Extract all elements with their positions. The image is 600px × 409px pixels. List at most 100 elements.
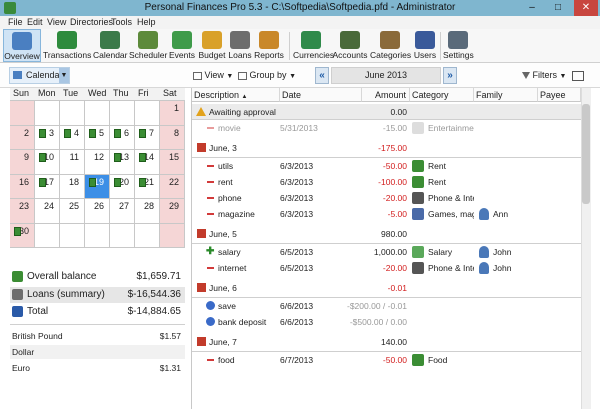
ribbon-events[interactable]: Events (168, 29, 196, 62)
col-header-date[interactable]: Date (280, 88, 362, 102)
ribbon-currencies[interactable]: Currencies (293, 29, 334, 62)
calendar-day-cell[interactable]: 2 (10, 125, 35, 150)
date-group-row[interactable]: June, 3 -175.00 (192, 140, 581, 158)
calendar-day-cell[interactable] (35, 101, 60, 126)
calendar-view-button[interactable]: Calendar ▼ (9, 67, 70, 84)
calendar-day-cell[interactable]: 1 (160, 101, 185, 126)
transaction-row[interactable]: bank deposit 6/6/2013 -$500.00 / 0.00 (192, 314, 581, 330)
calendar-day-cell[interactable]: 4 (60, 125, 85, 150)
calendar-day-cell[interactable] (110, 223, 135, 248)
ribbon-budget[interactable]: Budget (198, 29, 226, 62)
calendar-day-cell[interactable]: 9 (10, 150, 35, 175)
calendar-day-cell[interactable]: 27 (110, 199, 135, 224)
menu-help[interactable]: Help (137, 17, 156, 27)
calendar-day-cell[interactable]: 25 (60, 199, 85, 224)
transaction-marker-icon (39, 128, 46, 138)
transaction-row[interactable]: internet 6/5/2013 -20.00 Phone & Inte John (192, 260, 581, 276)
ribbon-transactions[interactable]: Transactions (43, 29, 91, 62)
calendar-day-cell[interactable]: 30 (10, 223, 35, 248)
ribbon-loans[interactable]: Loans (228, 29, 252, 62)
next-month-button[interactable]: » (443, 67, 457, 84)
calendar-day-cell[interactable] (135, 223, 160, 248)
calendar-day-cell[interactable]: 19 (85, 174, 110, 199)
calendar-day-cell[interactable]: 14 (135, 150, 160, 175)
transaction-row[interactable]: utils 6/3/2013 -50.00 Rent (192, 158, 581, 174)
col-header-amount[interactable]: Amount (362, 88, 410, 102)
date-group-row[interactable]: June, 6 -0.01 (192, 280, 581, 298)
date-group-row[interactable]: June, 7 140.00 (192, 334, 581, 352)
ribbon-calendar[interactable]: Calendar (93, 29, 128, 62)
ribbon-overview[interactable]: Overview (3, 29, 41, 62)
calendar-day-cell[interactable]: 10 (35, 150, 60, 175)
menu-tools[interactable]: Tools (111, 17, 132, 27)
calendar-day-cell[interactable] (160, 223, 185, 248)
calendar-day-cell[interactable]: 13 (110, 150, 135, 175)
calendar-day-cell[interactable] (35, 223, 60, 248)
calendar-day-cell[interactable] (85, 223, 110, 248)
calendar-day-cell[interactable]: 23 (10, 199, 35, 224)
ribbon-settings[interactable]: Settings (443, 29, 474, 62)
calendar-day-cell[interactable]: 17 (35, 174, 60, 199)
calendar-day-cell[interactable]: 24 (35, 199, 60, 224)
col-header-family-member[interactable]: Family member (474, 88, 538, 114)
groupby-dropdown[interactable]: Group by ▼ (238, 67, 296, 84)
col-header-payee[interactable]: Payee (538, 88, 581, 102)
date-group-row[interactable]: June, 5 980.00 (192, 226, 581, 244)
row-category: Rent (428, 161, 446, 171)
calendar-day-cell[interactable]: 18 (60, 174, 85, 199)
ribbon-users[interactable]: Users (412, 29, 438, 62)
transaction-row[interactable]: ✚ salary 6/5/2013 1,000.00 Salary John (192, 244, 581, 260)
calendar-day-cell[interactable] (85, 101, 110, 126)
transaction-row[interactable]: rent 6/3/2013 -100.00 Rent (192, 174, 581, 190)
ribbon-separator (440, 32, 441, 60)
panel-toggle-icon[interactable] (572, 71, 584, 81)
calendar-day-cell[interactable]: 28 (135, 199, 160, 224)
calendar-day-cell[interactable]: 20 (110, 174, 135, 199)
calendar-day-cell[interactable]: 21 (135, 174, 160, 199)
transaction-row[interactable]: save 6/6/2013 -$200.00 / -0.01 (192, 298, 581, 314)
col-header-description[interactable]: Description ▲ (192, 88, 280, 102)
ribbon-reports[interactable]: Reports (254, 29, 284, 62)
calendar-day-cell[interactable]: 16 (10, 174, 35, 199)
calendar-day-cell[interactable]: 7 (135, 125, 160, 150)
calendar-day-cell[interactable] (10, 101, 35, 126)
calendar-day-cell[interactable]: 22 (160, 174, 185, 199)
transaction-row[interactable]: phone 6/3/2013 -20.00 Phone & Inte (192, 190, 581, 206)
calendar-day-cell[interactable] (60, 223, 85, 248)
view-dropdown[interactable]: View ▼ (193, 67, 233, 84)
calendar-day-cell[interactable]: 12 (85, 150, 110, 175)
transaction-row[interactable]: magazine6/3/2013-5.00Games, magzAnn (192, 206, 581, 222)
minimize-button[interactable]: – (520, 0, 544, 16)
events-icon (172, 31, 192, 49)
col-header-category[interactable]: Category (410, 88, 474, 102)
ribbon-scheduler[interactable]: Scheduler (129, 29, 167, 62)
maximize-button[interactable]: □ (546, 0, 570, 16)
calendar-day-cell[interactable]: 26 (85, 199, 110, 224)
chevron-down-icon[interactable]: ▼ (59, 68, 69, 83)
calendar-day-cell[interactable]: 5 (85, 125, 110, 150)
menu-edit[interactable]: Edit (27, 17, 43, 27)
calendar-day-cell[interactable] (135, 101, 160, 126)
calendar-day-cell[interactable]: 29 (160, 199, 185, 224)
menu-view[interactable]: View (47, 17, 66, 27)
calendar-day-cell[interactable]: 3 (35, 125, 60, 150)
filters-button[interactable]: Filters ▼ (522, 67, 566, 84)
calendar-day-cell[interactable]: 15 (160, 150, 185, 175)
prev-month-button[interactable]: « (315, 67, 329, 84)
calendar-day-cell[interactable]: 6 (110, 125, 135, 150)
scrollbar-thumb[interactable] (582, 104, 590, 204)
ribbon-accounts[interactable]: Accounts (332, 29, 368, 62)
ribbon-categories[interactable]: Categories (370, 29, 411, 62)
calendar-day-cell[interactable]: 11 (60, 150, 85, 175)
transaction-row[interactable]: food 6/7/2013 -50.00 Food (192, 352, 581, 368)
calendar-day-cell[interactable] (60, 101, 85, 126)
transaction-marker-icon (89, 128, 96, 138)
awaiting-approval-row[interactable]: Awaiting approval 0.00 (192, 104, 581, 120)
transaction-row[interactable]: movie 5/31/2013 -15.00 Entertainmen (192, 120, 581, 136)
menu-file[interactable]: File (8, 17, 23, 27)
calendar-day-number: 6 (123, 127, 129, 138)
menu-directories[interactable]: Directories (70, 17, 113, 27)
close-button[interactable]: ✕ (574, 0, 598, 16)
calendar-day-cell[interactable] (110, 101, 135, 126)
calendar-day-cell[interactable]: 8 (160, 125, 185, 150)
